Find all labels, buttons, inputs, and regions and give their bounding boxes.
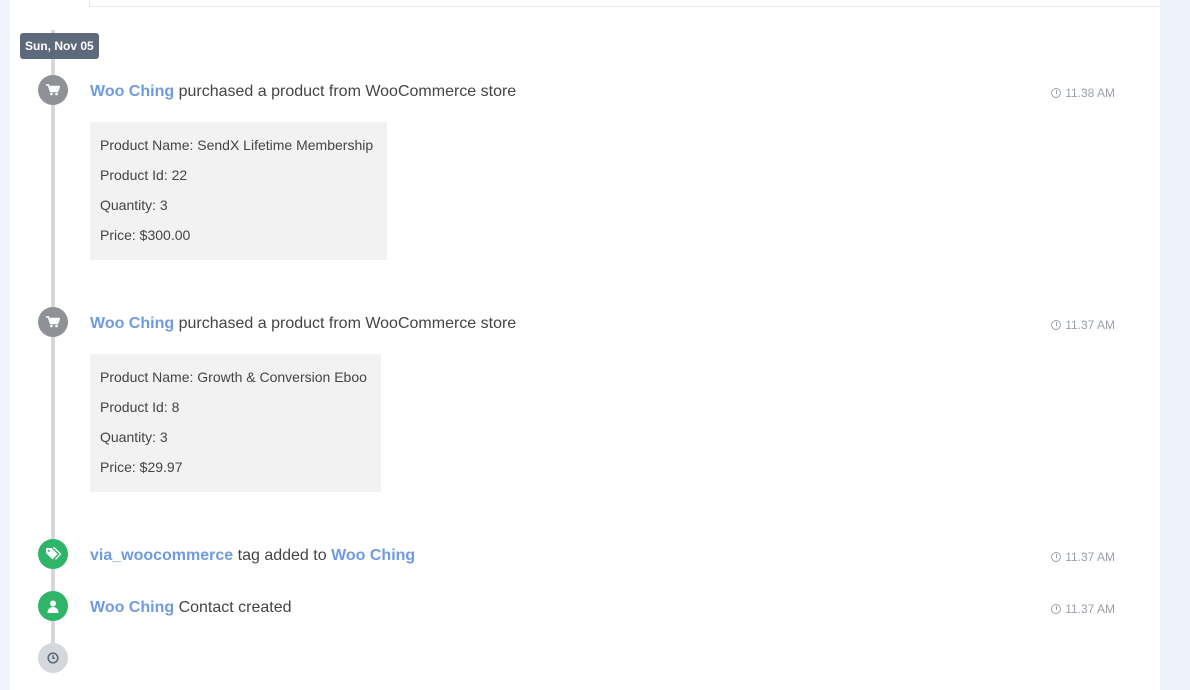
event-time: 11.37 AM	[1051, 318, 1115, 332]
timeline-panel	[10, 0, 1160, 690]
time-label: 11.38 AM	[1065, 86, 1115, 100]
event-time: 11.37 AM	[1051, 602, 1115, 616]
event-text: tag added to	[237, 547, 327, 564]
time-label: 11.37 AM	[1065, 318, 1115, 332]
previous-item-box	[89, 0, 1162, 7]
product-details: Product Name: Growth & Conversion Eboo P…	[90, 354, 381, 492]
event-text: purchased a product from WooCommerce sto…	[178, 83, 517, 100]
event-tag-added: via_woocommerce tag added to Woo Ching	[90, 547, 415, 565]
event-text: Contact created	[178, 599, 292, 616]
right-sidebar-edge	[1160, 0, 1190, 690]
time-label: 11.37 AM	[1065, 602, 1115, 616]
contact-link[interactable]: Woo Ching	[90, 83, 174, 100]
product-id: Product Id: 22	[100, 167, 188, 183]
cart-icon	[38, 307, 68, 337]
product-name: Product Name: SendX Lifetime Membership	[100, 137, 374, 153]
event-time: 11.38 AM	[1051, 86, 1115, 100]
time-label: 11.37 AM	[1065, 550, 1115, 564]
tags-icon	[38, 539, 68, 569]
clock-icon	[1051, 604, 1062, 614]
clock-icon	[1051, 552, 1062, 562]
product-name: Product Name: Growth & Conversion Eboo	[100, 369, 367, 385]
timeline-end-clock-icon	[38, 643, 68, 673]
tag-link[interactable]: via_woocommerce	[90, 547, 233, 564]
event-contact-created: Woo Ching Contact created	[90, 599, 292, 617]
product-quantity: Quantity: 3	[100, 197, 168, 213]
clock-icon	[1051, 320, 1062, 330]
product-details: Product Name: SendX Lifetime Membership …	[90, 122, 388, 260]
event-purchase-1: Woo Ching purchased a product from WooCo…	[90, 83, 516, 101]
contact-link[interactable]: Woo Ching	[331, 547, 415, 564]
event-text: purchased a product from WooCommerce sto…	[178, 315, 517, 332]
contact-link[interactable]: Woo Ching	[90, 599, 174, 616]
contact-link[interactable]: Woo Ching	[90, 315, 174, 332]
product-price: Price: $300.00	[100, 227, 191, 243]
clock-icon	[1051, 88, 1062, 98]
product-id: Product Id: 8	[100, 399, 180, 415]
product-quantity: Quantity: 3	[100, 429, 168, 445]
event-purchase-2: Woo Ching purchased a product from WooCo…	[90, 315, 516, 333]
date-badge: Sun, Nov 05	[20, 33, 99, 59]
event-time: 11.37 AM	[1051, 550, 1115, 564]
user-icon	[38, 591, 68, 621]
cart-icon	[38, 75, 68, 105]
product-price: Price: $29.97	[100, 459, 183, 475]
